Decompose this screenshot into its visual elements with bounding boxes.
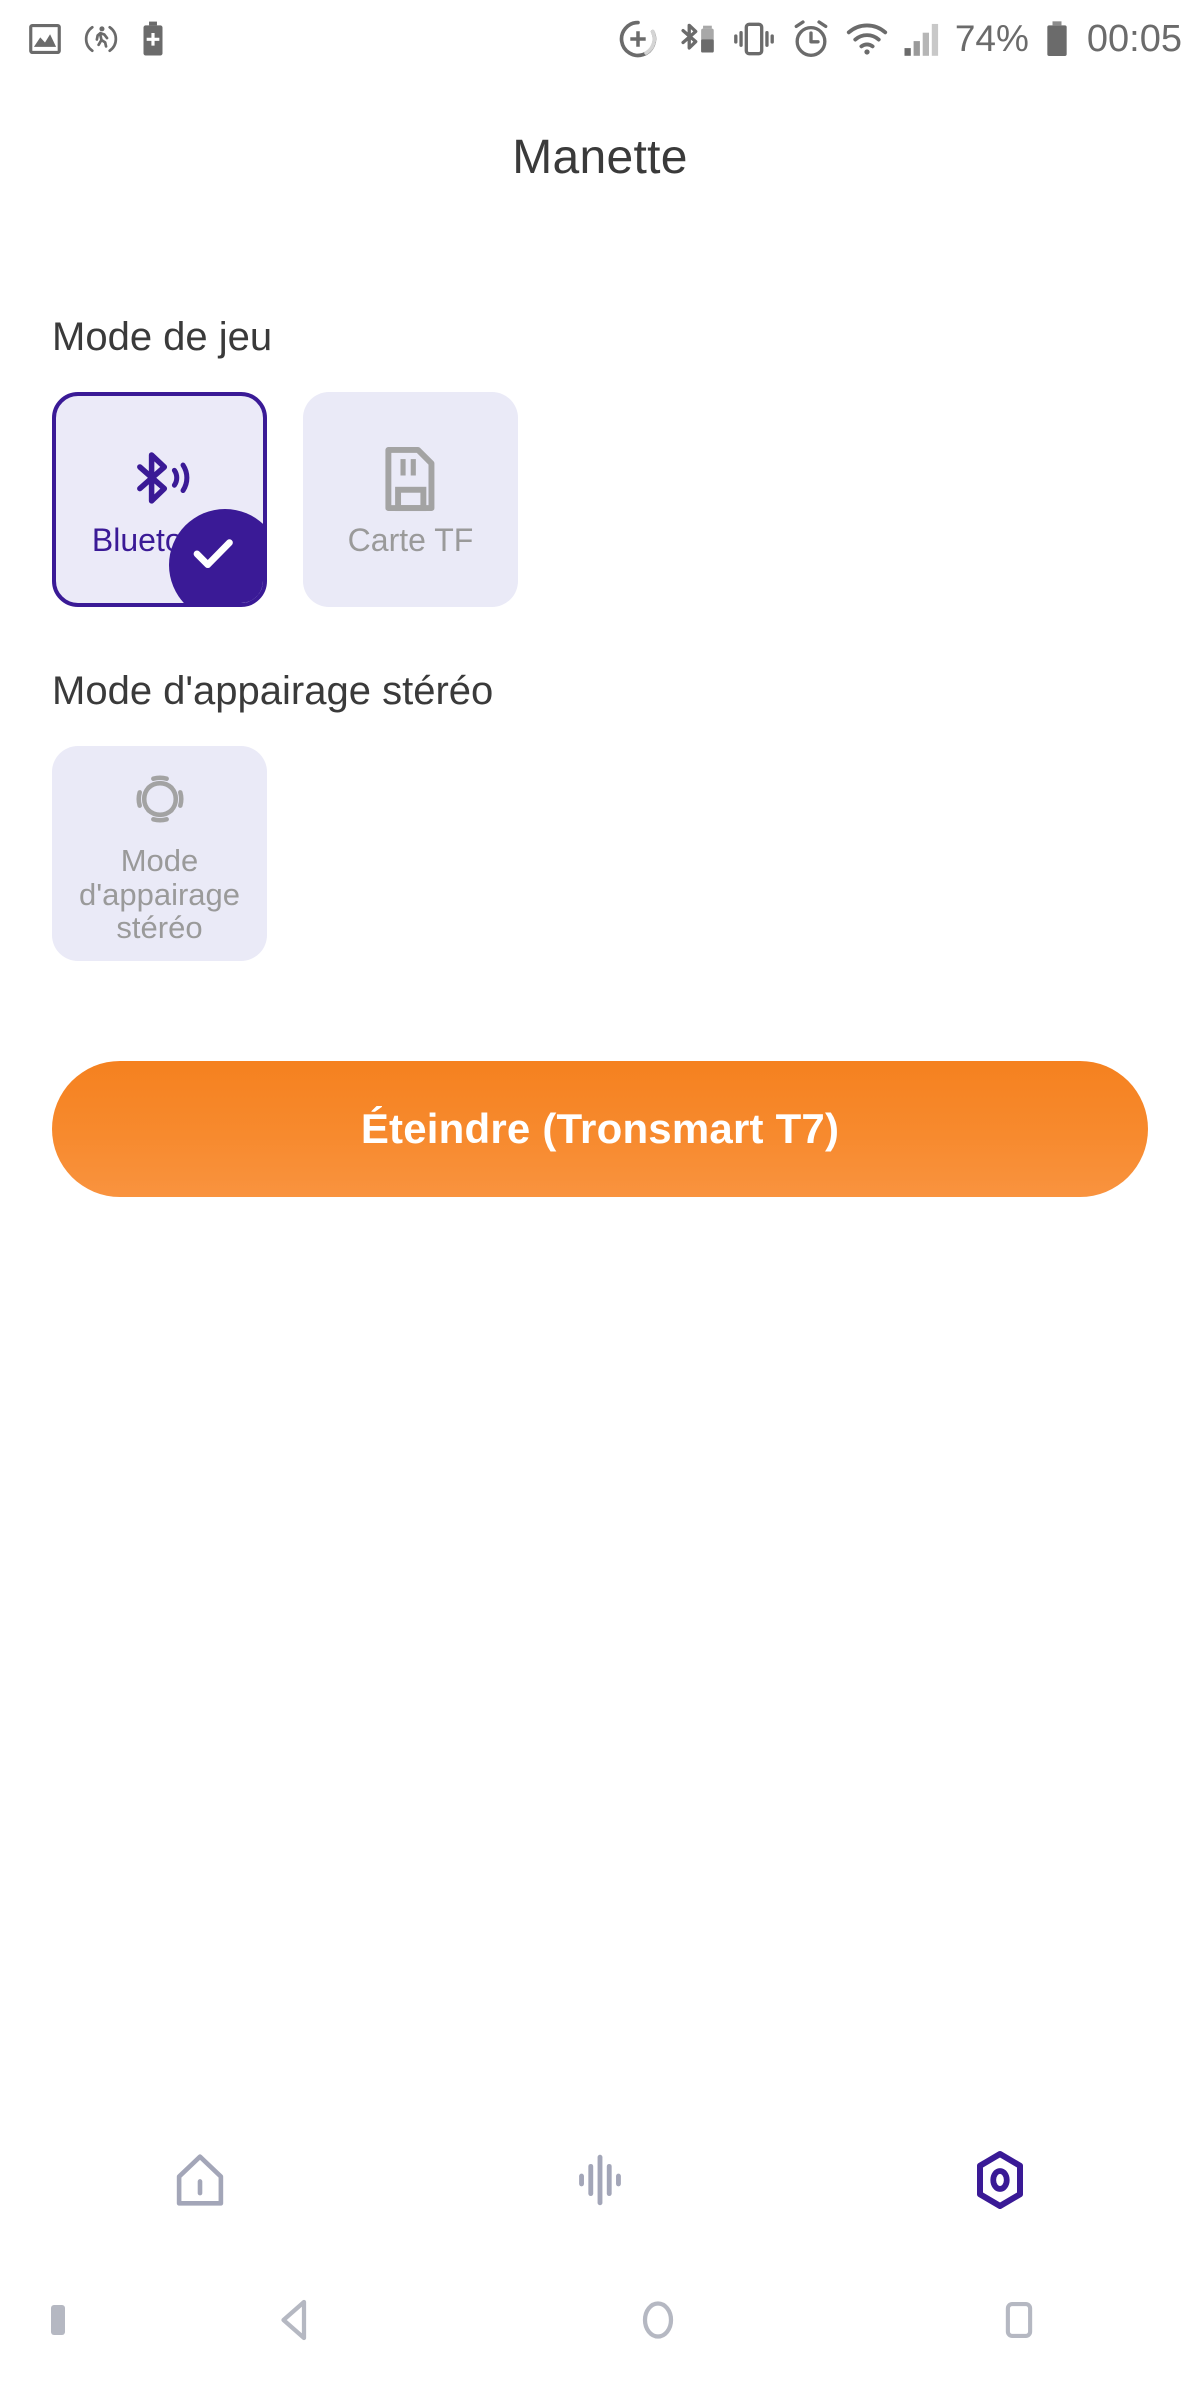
equalizer-icon: [579, 2154, 621, 2206]
nav-home-button[interactable]: [477, 2290, 839, 2350]
battery-icon: [1047, 21, 1067, 56]
tab-home[interactable]: [0, 2120, 400, 2240]
data-saver-icon: [619, 20, 657, 58]
mode-card-label-stereo-pairing: Mode d'appairage stéréo: [78, 843, 241, 946]
bluetooth-battery-icon: [681, 23, 714, 53]
game-mode-card-row: Bluetooth Carte TF: [52, 392, 1148, 607]
alarm-icon: [794, 20, 828, 57]
hexagon-controller-icon: [977, 2151, 1023, 2209]
tab-equalizer[interactable]: [400, 2120, 800, 2240]
status-bar-left-icons: [26, 20, 168, 58]
tab-controller[interactable]: [800, 2120, 1200, 2240]
activity-tracker-icon: [84, 25, 118, 53]
status-bar: 74% 00:05: [0, 0, 1200, 78]
page-title: Manette: [512, 131, 688, 184]
signal-icon: [904, 23, 938, 56]
phone-screen: 74% 00:05 Manette Mode de jeu Bluetooth …: [0, 0, 1200, 2400]
power-off-button[interactable]: Éteindre (Tronsmart T7): [52, 1061, 1148, 1197]
battery-plus-icon: [143, 21, 163, 56]
battery-percent-label: 74%: [954, 18, 1029, 59]
recents-square-icon: [1006, 2301, 1033, 2339]
image-icon: [29, 23, 61, 55]
mode-card-bluetooth[interactable]: Bluetooth: [52, 392, 267, 607]
nav-indicator: [0, 2305, 115, 2335]
nav-indicator-dot: [50, 2305, 65, 2335]
sd-card-icon: [378, 442, 444, 516]
home-circle-icon: [642, 2301, 673, 2339]
main-content: Mode de jeu Bluetooth Carte TF Mode d'ap…: [0, 185, 1200, 2400]
wifi-icon: [846, 23, 887, 55]
section-label-game-mode: Mode de jeu: [52, 315, 273, 359]
nav-back-button[interactable]: [115, 2290, 477, 2350]
mode-card-stereo-pairing[interactable]: Mode d'appairage stéréo: [52, 746, 267, 961]
vibrate-icon: [733, 22, 774, 56]
android-nav-bar: [0, 2240, 1200, 2400]
clock-label: 00:05: [1086, 17, 1182, 60]
home-icon: [176, 2154, 224, 2206]
section-label-stereo-pairing: Mode d'appairage stéréo: [52, 669, 494, 713]
status-bar-right-icons: 74% 00:05: [617, 18, 1182, 61]
bottom-tab-bar: [0, 2120, 1200, 2240]
bluetooth-audio-icon: [124, 442, 196, 516]
back-triangle-icon: [281, 2299, 306, 2341]
stereo-pairing-card-row: Mode d'appairage stéréo: [52, 746, 1148, 961]
stereo-waves-icon: [125, 762, 195, 836]
mode-card-tf-card[interactable]: Carte TF: [303, 392, 518, 607]
nav-recents-button[interactable]: [838, 2291, 1200, 2349]
mode-card-label-tf-card: Carte TF: [347, 521, 474, 558]
